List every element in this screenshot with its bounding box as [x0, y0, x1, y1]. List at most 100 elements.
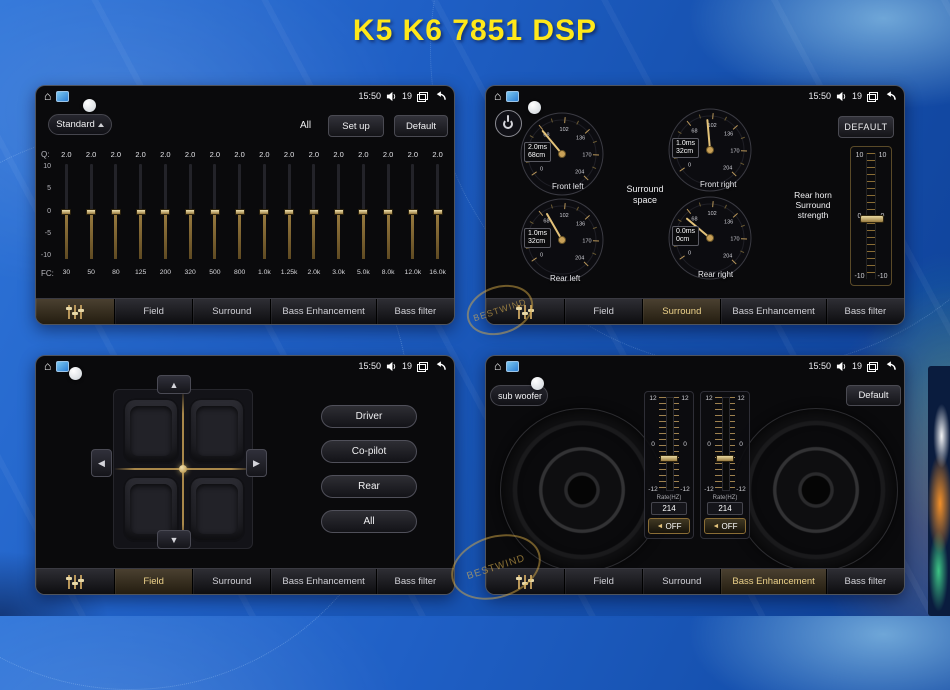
- eq-band-slider[interactable]: [277, 164, 302, 259]
- slider-handle[interactable]: [259, 209, 269, 215]
- floating-dot[interactable]: [531, 377, 544, 390]
- slider-handle[interactable]: [358, 209, 368, 215]
- floating-dot[interactable]: [69, 367, 82, 380]
- slider-handle[interactable]: [235, 209, 245, 215]
- eq-band-slider[interactable]: [153, 164, 178, 259]
- slider-handle[interactable]: [61, 209, 71, 215]
- tab-field[interactable]: Field: [114, 569, 192, 594]
- gallery-icon[interactable]: [506, 91, 519, 102]
- tab-surround[interactable]: Surround: [642, 569, 720, 594]
- eq-band-slider[interactable]: [203, 164, 228, 259]
- home-icon[interactable]: ⌂: [44, 90, 51, 102]
- slider-handle[interactable]: [160, 209, 170, 215]
- recent-apps-icon[interactable]: [417, 92, 428, 101]
- eq-band-slider[interactable]: [425, 164, 450, 259]
- eq-band-slider[interactable]: [54, 164, 79, 259]
- tab-bass-filter[interactable]: Bass filter: [376, 569, 454, 594]
- eq-band-slider[interactable]: [252, 164, 277, 259]
- eq-band-slider[interactable]: [351, 164, 376, 259]
- default-button[interactable]: Default: [394, 115, 448, 137]
- default-button[interactable]: DEFAULT: [838, 116, 894, 138]
- slider-handle[interactable]: [334, 209, 344, 215]
- slider-handle[interactable]: [408, 209, 418, 215]
- arrow-left-button[interactable]: ◀: [91, 449, 112, 477]
- slider-handle[interactable]: [86, 209, 96, 215]
- slider-handle[interactable]: [185, 209, 195, 215]
- balance-point[interactable]: [179, 465, 187, 473]
- tab-field[interactable]: Field: [564, 299, 642, 324]
- home-icon[interactable]: ⌂: [494, 90, 501, 102]
- field-mode-button[interactable]: All: [321, 510, 417, 533]
- surround-gauge-rear-right[interactable]: 03468102136170204 0.0ms 0cm: [668, 196, 752, 280]
- q-value: 2.0: [203, 150, 228, 159]
- recent-apps-icon[interactable]: [867, 362, 878, 371]
- back-icon[interactable]: [883, 361, 896, 371]
- tab-equalizer[interactable]: [36, 569, 114, 594]
- tab-bass-enhancement[interactable]: Bass Enhancement: [270, 299, 375, 324]
- slider-handle[interactable]: [111, 209, 121, 215]
- slider-handle[interactable]: [309, 209, 319, 215]
- strength-handle[interactable]: [860, 215, 884, 223]
- bass-track[interactable]: [659, 397, 679, 491]
- eq-band-slider[interactable]: [302, 164, 327, 259]
- back-icon[interactable]: [433, 91, 446, 101]
- bass-handle[interactable]: [716, 455, 734, 462]
- eq-band-slider[interactable]: [376, 164, 401, 259]
- tab-equalizer[interactable]: [486, 299, 564, 324]
- slider-handle[interactable]: [383, 209, 393, 215]
- eq-band-slider[interactable]: [227, 164, 252, 259]
- tab-field[interactable]: Field: [564, 569, 642, 594]
- arrow-up-button[interactable]: ▲: [157, 375, 191, 394]
- slider-handle[interactable]: [433, 209, 443, 215]
- field-mode-button[interactable]: Driver: [321, 405, 417, 428]
- strength-slider[interactable]: 100-10 100-10: [850, 146, 892, 286]
- tab-surround[interactable]: Surround: [192, 299, 270, 324]
- off-button[interactable]: ◄ OFF: [648, 518, 690, 534]
- tab-bass-filter[interactable]: Bass filter: [826, 569, 904, 594]
- power-button[interactable]: [495, 110, 522, 137]
- slider-handle[interactable]: [136, 209, 146, 215]
- tab-bass-enhancement[interactable]: Bass Enhancement: [720, 299, 825, 324]
- tab-bass-filter[interactable]: Bass filter: [376, 299, 454, 324]
- default-button[interactable]: Default: [846, 385, 901, 406]
- tab-bass-enhancement[interactable]: Bass Enhancement: [270, 569, 375, 594]
- slider-handle[interactable]: [284, 209, 294, 215]
- eq-band-slider[interactable]: [128, 164, 153, 259]
- eq-preset-dropdown[interactable]: Standard: [48, 114, 112, 135]
- tab-bass-filter[interactable]: Bass filter: [826, 299, 904, 324]
- tab-equalizer[interactable]: [36, 299, 114, 324]
- home-icon[interactable]: ⌂: [494, 360, 501, 372]
- gallery-icon[interactable]: [56, 361, 69, 372]
- status-bar: ⌂ 15:50 19: [486, 356, 904, 376]
- floating-dot[interactable]: [528, 101, 541, 114]
- home-icon[interactable]: ⌂: [44, 360, 51, 372]
- recent-apps-icon[interactable]: [417, 362, 428, 371]
- eq-band-slider[interactable]: [401, 164, 426, 259]
- tab-surround[interactable]: Surround: [642, 299, 720, 324]
- setup-button[interactable]: Set up: [328, 115, 384, 137]
- tab-field[interactable]: Field: [114, 299, 192, 324]
- recent-apps-icon[interactable]: [867, 92, 878, 101]
- off-button[interactable]: ◄ OFF: [704, 518, 746, 534]
- tab-equalizer[interactable]: [486, 569, 564, 594]
- tab-surround[interactable]: Surround: [192, 569, 270, 594]
- eq-band-slider[interactable]: [178, 164, 203, 259]
- surround-gauge-rear-left[interactable]: 03468102136170204 1.0ms 32cm: [520, 198, 604, 282]
- gallery-icon[interactable]: [506, 361, 519, 372]
- back-icon[interactable]: [883, 91, 896, 101]
- eq-band-slider[interactable]: [104, 164, 129, 259]
- eq-all-label[interactable]: All: [300, 120, 311, 131]
- floating-dot[interactable]: [83, 99, 96, 112]
- slider-handle[interactable]: [210, 209, 220, 215]
- eq-band-slider[interactable]: [79, 164, 104, 259]
- arrow-right-button[interactable]: ▶: [246, 449, 267, 477]
- bass-track[interactable]: [715, 397, 735, 491]
- tab-bass-enhancement[interactable]: Bass Enhancement: [720, 569, 825, 594]
- eq-band-slider[interactable]: [326, 164, 351, 259]
- field-mode-button[interactable]: Co-pilot: [321, 440, 417, 463]
- back-icon[interactable]: [433, 361, 446, 371]
- arrow-down-button[interactable]: ▼: [157, 530, 191, 549]
- bass-handle[interactable]: [660, 455, 678, 462]
- field-mode-button[interactable]: Rear: [321, 475, 417, 498]
- gallery-icon[interactable]: [56, 91, 69, 102]
